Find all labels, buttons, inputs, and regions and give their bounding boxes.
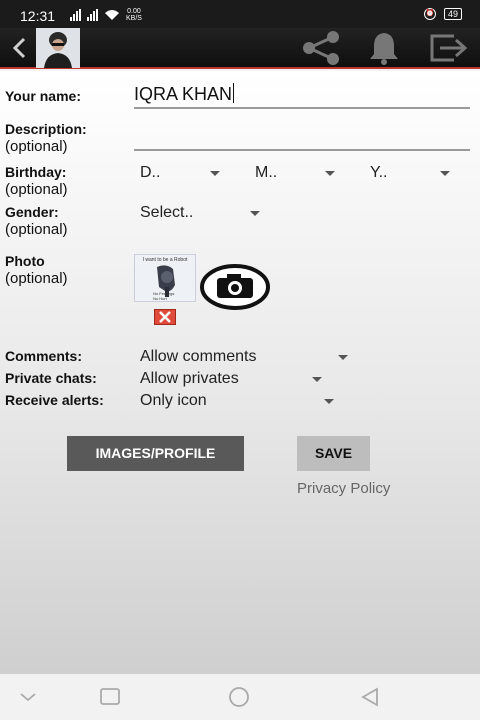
save-button[interactable]: SAVE [297,436,370,471]
back-arrow-icon[interactable] [8,34,32,62]
comments-label: Comments: [5,348,83,364]
comments-value: Allow comments [140,348,257,365]
description-input[interactable] [134,125,470,151]
avatar[interactable] [36,28,80,68]
birthday-label-text: Birthday: [5,164,67,180]
month-value: M.. [255,164,278,181]
birthday-year-select[interactable]: Y.. [370,163,450,183]
description-optional: (optional) [5,138,68,155]
day-value: D.. [140,164,161,181]
comments-select[interactable]: Allow comments [140,347,348,367]
photo-label-text: Photo [5,253,45,269]
photo-label: Photo (optional) [5,253,68,287]
year-value: Y.. [370,164,388,181]
birthday-month-select[interactable]: M.. [255,163,335,183]
gender-label-text: Gender: [5,204,59,220]
chevron-down-icon [324,399,334,404]
signal-icon-2 [87,9,98,21]
birthday-label: Birthday: (optional) [5,164,68,198]
status-time: 12:31 [20,8,56,24]
description-label-text: Description: [5,121,87,137]
private-chats-select[interactable]: Allow privates [140,369,322,389]
chevron-down-icon [440,171,450,176]
privacy-policy-link[interactable]: Privacy Policy [297,480,390,497]
logout-icon[interactable] [428,32,470,64]
alerts-select[interactable]: Only icon [140,391,334,411]
gender-optional: (optional) [5,221,68,238]
nav-back-icon[interactable] [358,686,382,708]
nav-home-icon[interactable] [227,686,251,708]
private-chats-label: Private chats: [5,370,97,386]
network-speed: 0.00 KB/S [126,8,142,22]
gender-value: Select.. [140,204,194,221]
battery-icon: 49 [443,8,462,20]
photo-optional: (optional) [5,270,68,287]
share-icon[interactable] [297,31,345,65]
chevron-down-icon [250,211,260,216]
name-input[interactable]: IQRA KHAN [134,83,470,109]
signal-icon [70,9,81,21]
text-caret [233,83,235,103]
chevron-down-icon [338,355,348,360]
images-profile-button[interactable]: IMAGES/PROFILE [67,436,244,471]
photo-options: No Feelings No Hurt [153,291,174,301]
chevron-down-icon [312,377,322,382]
description-label: Description: (optional) [5,121,87,155]
birthday-optional: (optional) [5,181,68,198]
status-bar: 12:31 0.00 KB/S ⏰ 49 [0,0,480,28]
alerts-label: Receive alerts: [5,392,104,408]
alerts-value: Only icon [140,392,207,409]
notification-bell-icon[interactable] [366,30,402,66]
private-chats-value: Allow privates [140,370,239,387]
system-nav-bar [0,674,480,720]
nav-hide-icon[interactable] [16,686,40,708]
gender-select[interactable]: Select.. [140,203,260,223]
chevron-down-icon [325,171,335,176]
profile-form: Your name: IQRA KHAN Description: (optio… [0,71,480,674]
wifi-icon [105,10,119,20]
name-label: Your name: [5,88,81,104]
name-value: IQRA KHAN [134,84,233,104]
camera-icon[interactable] [200,264,270,310]
photo-option-2: No Hurt [153,296,167,301]
chevron-down-icon [210,171,220,176]
speed-value: 0.00 [127,8,141,15]
speed-unit: KB/S [126,15,142,22]
status-left-icons: 0.00 KB/S [70,8,142,22]
delete-photo-icon[interactable] [154,309,176,325]
gender-label: Gender: (optional) [5,204,68,238]
nav-recents-icon[interactable] [98,686,122,708]
status-right-icons: ⏰ 49 [423,8,462,20]
avatar-image [36,28,80,68]
profile-photo-thumbnail[interactable]: I want to be a Robot No Feelings No Hurt [134,254,196,302]
birthday-day-select[interactable]: D.. [140,163,220,183]
app-bar [0,28,480,69]
alarm-icon: ⏰ [423,8,436,20]
